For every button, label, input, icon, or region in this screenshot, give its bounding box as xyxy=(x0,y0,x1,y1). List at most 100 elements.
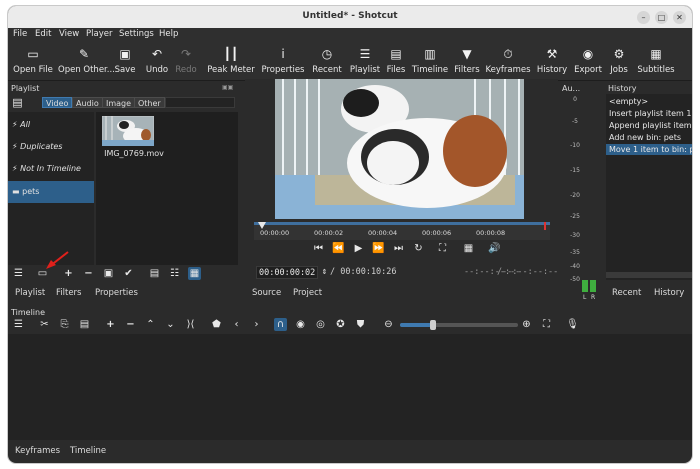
files-button[interactable]: ▤ Files xyxy=(383,43,409,75)
tab-other[interactable]: Other xyxy=(134,97,165,108)
tab-audio[interactable]: Audio xyxy=(72,97,103,108)
ripple-all-icon[interactable]: ✪ xyxy=(334,318,347,331)
dock-float-icon[interactable]: ▣▣ xyxy=(222,84,236,92)
tab-timeline[interactable]: Timeline xyxy=(70,446,106,456)
ripple-markers-icon[interactable]: ⛊ xyxy=(354,318,367,331)
history-button[interactable]: ⚒ History xyxy=(535,43,569,75)
split-icon[interactable]: ⟩⟨ xyxy=(184,318,197,331)
zoom-fit-icon[interactable]: ⛶ xyxy=(540,318,553,331)
open-file-button[interactable]: ▭ Open File xyxy=(12,43,54,75)
fast-forward-icon[interactable]: ⏩ xyxy=(372,242,385,255)
filters-button[interactable]: ▼ Filters xyxy=(452,43,482,75)
zoom-in-icon[interactable]: ⊕ xyxy=(520,318,533,331)
check-icon[interactable]: ✔ xyxy=(122,267,135,280)
maximize-button[interactable]: □ xyxy=(655,11,668,24)
marker-icon[interactable]: ⬟ xyxy=(210,318,223,331)
tab-history[interactable]: History xyxy=(654,288,684,298)
tab-properties[interactable]: Properties xyxy=(95,288,138,298)
bin-pets[interactable]: ▬ pets xyxy=(8,181,94,203)
tab-keyframes[interactable]: Keyframes xyxy=(15,446,60,456)
subtitles-button[interactable]: ▦ Subtitles xyxy=(636,43,676,75)
clip-item[interactable] xyxy=(101,115,155,152)
history-item[interactable]: Add new bin: pets xyxy=(606,132,692,143)
tab-video[interactable]: Video xyxy=(42,97,73,108)
peak-meter-button[interactable]: ┃┃ Peak Meter xyxy=(206,43,256,75)
menu-file[interactable]: File xyxy=(13,29,27,39)
save-button[interactable]: ▣ Save xyxy=(112,43,138,75)
skip-next-icon[interactable]: ⏭ xyxy=(392,242,405,255)
tab-recent[interactable]: Recent xyxy=(612,288,641,298)
properties-button[interactable]: i Properties xyxy=(260,43,306,75)
db-tick: -5 xyxy=(572,118,578,125)
player-viewer[interactable] xyxy=(245,79,558,219)
history-item[interactable]: Insert playlist item 1 xyxy=(606,108,692,119)
remove-icon[interactable]: − xyxy=(82,267,95,280)
open-other-button[interactable]: ✎ Open Other... xyxy=(58,43,115,75)
snap-icon[interactable]: ∩ xyxy=(274,318,287,331)
playlist-button[interactable]: ☰ Playlist xyxy=(347,43,383,75)
play-icon[interactable]: ▶ xyxy=(352,242,365,255)
ripple-icon[interactable]: ◎ xyxy=(314,318,327,331)
zoom-slider-handle[interactable] xyxy=(430,320,436,330)
minimize-button[interactable]: – xyxy=(637,11,650,24)
playlist-view-icon[interactable]: ▤ xyxy=(11,96,24,109)
timeline-tracks[interactable] xyxy=(8,334,692,440)
search-input[interactable] xyxy=(165,97,235,108)
keyframes-button[interactable]: ⏱ Keyframes xyxy=(485,43,531,75)
history-scrollbar[interactable] xyxy=(606,272,692,278)
menu-player[interactable]: Player xyxy=(86,29,112,39)
scrub-bar[interactable]: 00:00:00 00:00:02 00:00:04 00:00:06 00:0… xyxy=(254,222,550,240)
tab-filters[interactable]: Filters xyxy=(56,288,81,298)
menu-edit[interactable]: Edit xyxy=(35,29,51,39)
cut-icon[interactable]: ✂ xyxy=(38,318,51,331)
playlist-menu-icon[interactable]: ☰ xyxy=(12,267,25,280)
rewind-icon[interactable]: ⏪ xyxy=(332,242,345,255)
menu-settings[interactable]: Settings xyxy=(119,29,154,39)
skip-previous-icon[interactable]: ⏮ xyxy=(312,242,325,255)
list-view-icon[interactable]: ☷ xyxy=(168,267,181,280)
tab-project[interactable]: Project xyxy=(293,288,322,298)
copy-icon[interactable]: ⎘ xyxy=(58,318,71,331)
append-icon[interactable]: + xyxy=(104,318,117,331)
current-time-field[interactable]: 00:00:00:02 xyxy=(256,266,318,279)
menu-help[interactable]: Help xyxy=(159,29,178,39)
icon-view-icon[interactable]: ▦ xyxy=(188,267,201,280)
scrub-icon[interactable]: ◉ xyxy=(294,318,307,331)
zoom-icon[interactable]: ⛶ xyxy=(436,242,449,255)
previous-marker-icon[interactable]: ‹ xyxy=(230,318,243,331)
jobs-button[interactable]: ⚙ Jobs xyxy=(606,43,632,75)
close-button[interactable]: ✕ xyxy=(673,11,686,24)
overwrite-icon[interactable]: ⌄ xyxy=(164,318,177,331)
zoom-out-icon[interactable]: ⊖ xyxy=(382,318,395,331)
playhead[interactable] xyxy=(258,222,266,229)
undo-button[interactable]: ↶ Undo xyxy=(144,43,170,75)
timeline-button[interactable]: ▥ Timeline xyxy=(411,43,449,75)
bin-duplicates[interactable]: ⚡ Duplicates xyxy=(8,136,94,158)
remove-icon[interactable]: − xyxy=(124,318,137,331)
tab-playlist[interactable]: Playlist xyxy=(15,288,45,298)
history-item[interactable]: <empty> xyxy=(606,96,692,107)
update-icon[interactable]: ▣ xyxy=(102,267,115,280)
menu-view[interactable]: View xyxy=(59,29,79,39)
timeline-menu-icon[interactable]: ☰ xyxy=(12,318,25,331)
details-view-icon[interactable]: ▤ xyxy=(148,267,161,280)
bin-all[interactable]: ⚡ All xyxy=(8,114,94,136)
clip-thumbnail xyxy=(101,115,155,147)
history-item[interactable]: Append playlist item xyxy=(606,120,692,131)
paste-icon[interactable]: ▤ xyxy=(78,318,91,331)
loop-icon[interactable]: ↻ xyxy=(412,242,425,255)
history-item-selected[interactable]: Move 1 item to bin: pets xyxy=(606,144,692,155)
record-audio-icon[interactable]: 🎙 xyxy=(566,318,579,331)
zoom-slider[interactable] xyxy=(400,320,518,330)
bin-not-in-timeline[interactable]: ⚡ Not In Timeline xyxy=(8,158,94,180)
lift-icon[interactable]: ⌃ xyxy=(144,318,157,331)
volume-icon[interactable]: 🔊 xyxy=(488,242,501,255)
recent-button[interactable]: ◷ Recent xyxy=(310,43,344,75)
clip-grid: IMG_0769.mov xyxy=(96,112,238,265)
tab-image[interactable]: Image xyxy=(102,97,136,108)
grid-icon[interactable]: ▦ xyxy=(462,242,475,255)
tab-source[interactable]: Source xyxy=(252,288,281,298)
export-button[interactable]: ◉ Export xyxy=(572,43,604,75)
redo-button[interactable]: ↷ Redo xyxy=(173,43,199,75)
next-marker-icon[interactable]: › xyxy=(250,318,263,331)
